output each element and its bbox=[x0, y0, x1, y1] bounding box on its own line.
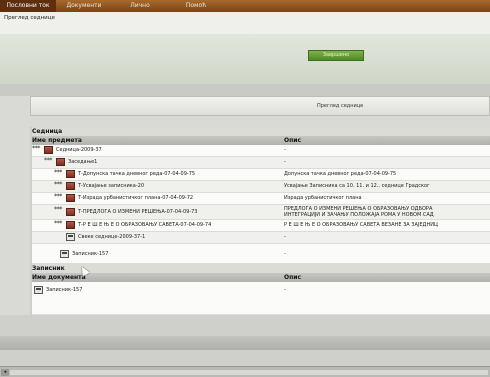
table-row[interactable]: *** Заседање1 - bbox=[30, 157, 490, 169]
folder-icon bbox=[66, 194, 75, 202]
row-name[interactable]: Свеке седнице-2009-37-1 bbox=[78, 234, 145, 240]
folder-icon bbox=[44, 146, 53, 154]
row-description: - bbox=[284, 159, 286, 165]
table-row[interactable]: *** Т-Допунска тачка дневног реда-07-04-… bbox=[30, 169, 490, 181]
separator-strip bbox=[0, 84, 490, 96]
row-description: - bbox=[284, 251, 286, 257]
row-name[interactable]: Т-Усвајање записника-20 bbox=[78, 183, 144, 189]
scroll-left-arrow-icon[interactable]: ◂ bbox=[1, 369, 9, 376]
preview-session-bar[interactable]: Преглед седнице bbox=[30, 96, 490, 116]
expand-toggle[interactable]: *** bbox=[54, 169, 62, 176]
minutes-section-title: Записник bbox=[30, 264, 490, 273]
row-name[interactable]: Записник-157 bbox=[72, 251, 108, 257]
table-row[interactable]: *** Т-ПРЕДЛОГА О ИЗМЕНИ РЕШЕЊА-07-04-09-… bbox=[30, 205, 490, 220]
page-subtitle: Преглед седнице bbox=[4, 15, 55, 21]
row-name[interactable]: Т-Допунска тачка дневног реда-07-04-09-7… bbox=[78, 171, 195, 177]
row-name[interactable]: Седница-2009-37 bbox=[56, 147, 102, 153]
footer-toolbar bbox=[0, 336, 490, 350]
row-description-continued: ИНТЕГРАЦИЈИ И ЗАЧАЊУ ПОЛОЖАЈА РОМА У НОВ… bbox=[284, 212, 434, 218]
table-row[interactable]: Свеке седнице-2009-37-1 - bbox=[30, 232, 490, 244]
session-column-header: Име предмета Опис bbox=[30, 136, 490, 145]
session-section-title: Седница bbox=[30, 127, 490, 136]
row-description: Р Е Ш Е Њ Е О ОБРАЗОВАЊУ САВЕТА ВЕЗАНЕ З… bbox=[284, 222, 438, 228]
table-row[interactable]: *** Т-Усвајање записника-20 Усвајање Зап… bbox=[30, 181, 490, 193]
expand-toggle[interactable]: *** bbox=[54, 220, 62, 227]
table-row[interactable]: Записник-157 - bbox=[30, 244, 490, 264]
top-navigation: Пословни ток Документи Лично Помоћ bbox=[0, 0, 490, 12]
row-name[interactable]: Т-Израда урбанистичког плана-07-04-09-72 bbox=[78, 195, 193, 201]
row-description: Усвајање Записника са 10. 11. и 12.. сед… bbox=[284, 183, 430, 189]
column-subject-name: Име предмета bbox=[32, 137, 82, 144]
row-name[interactable]: Записник-157 bbox=[46, 287, 82, 293]
folder-icon bbox=[66, 170, 75, 178]
row-description: Израда урбанистичког плана bbox=[284, 195, 362, 201]
finish-button[interactable]: Завршено bbox=[308, 50, 364, 61]
subheader-bar bbox=[0, 12, 490, 34]
expand-toggle[interactable]: *** bbox=[54, 181, 62, 188]
table-row[interactable]: Записник-157 - bbox=[30, 282, 490, 315]
row-description: - bbox=[284, 147, 286, 153]
expand-toggle[interactable]: *** bbox=[44, 157, 52, 164]
tab-documents[interactable]: Документи bbox=[56, 0, 112, 12]
table-row[interactable]: *** Т-Израда урбанистичког плана-07-04-0… bbox=[30, 193, 490, 205]
tab-help[interactable]: Помоћ bbox=[168, 0, 224, 12]
folder-icon bbox=[66, 221, 75, 229]
expand-toggle[interactable]: *** bbox=[32, 145, 40, 152]
row-description: - bbox=[284, 234, 286, 240]
column-description: Опис bbox=[284, 137, 302, 144]
left-border bbox=[30, 127, 32, 315]
expand-toggle[interactable]: *** bbox=[54, 206, 62, 213]
row-name[interactable]: Т-Р Е Ш Е Њ Е О ОБРАЗОВАЊУ САВЕТА-07-04-… bbox=[78, 222, 211, 228]
tab-workflow[interactable]: Пословни ток bbox=[0, 0, 56, 12]
expand-toggle[interactable]: *** bbox=[54, 193, 62, 200]
row-name[interactable]: Заседање1 bbox=[68, 159, 97, 165]
horizontal-scrollbar[interactable]: ◂ bbox=[0, 366, 490, 377]
table-row[interactable]: *** Т-Р Е Ш Е Њ Е О ОБРАЗОВАЊУ САВЕТА-07… bbox=[30, 220, 490, 232]
scrollbar-track[interactable] bbox=[10, 370, 488, 375]
column-description: Опис bbox=[284, 274, 302, 281]
table-row[interactable]: *** Седница-2009-37 - bbox=[30, 145, 490, 157]
document-icon bbox=[60, 250, 69, 258]
row-name[interactable]: Т-ПРЕДЛОГА О ИЗМЕНИ РЕШЕЊА-07-04-09-73 bbox=[78, 209, 197, 215]
action-panel bbox=[0, 34, 490, 84]
document-icon bbox=[66, 233, 75, 241]
tab-personal[interactable]: Лично bbox=[112, 0, 168, 12]
folder-icon bbox=[66, 182, 75, 190]
document-icon bbox=[34, 286, 43, 294]
folder-icon bbox=[56, 158, 65, 166]
row-description: Допунска тачка дневног реда-07-04-09-75 bbox=[284, 171, 397, 177]
column-document-name: Име документа bbox=[32, 274, 86, 281]
folder-icon bbox=[66, 208, 75, 216]
preview-session-label: Преглед седнице bbox=[317, 103, 364, 109]
row-description: - bbox=[284, 287, 286, 293]
minutes-column-header: Име документа Опис bbox=[30, 273, 490, 282]
